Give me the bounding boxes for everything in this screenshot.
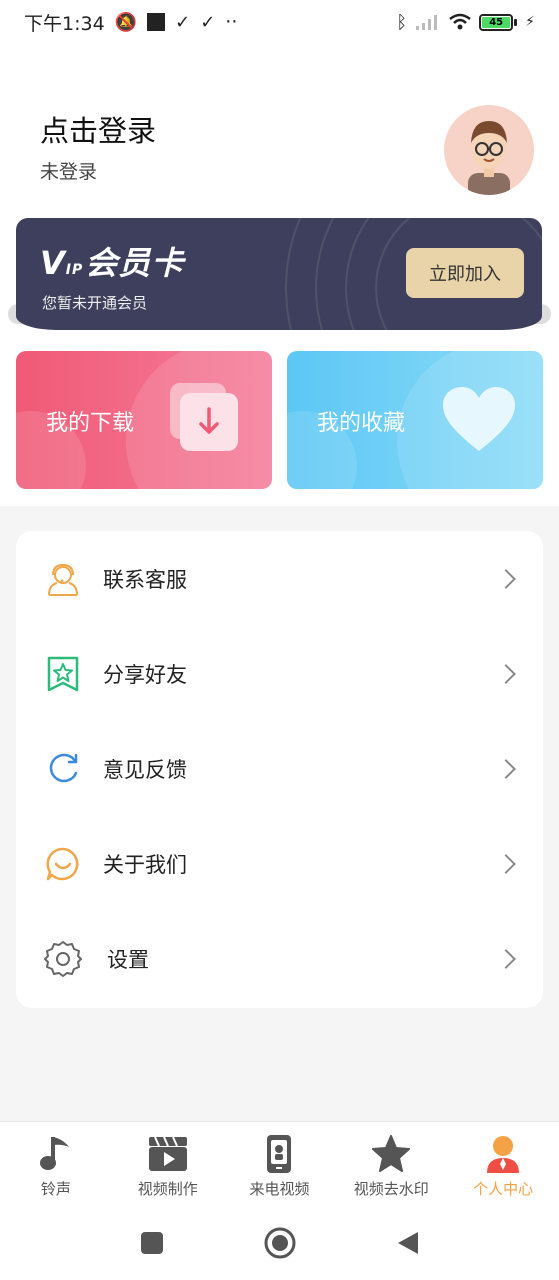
bottom-nav: 铃声 视频制作 来电视频 视频去水印 个人中心 [0, 1121, 559, 1205]
vip-logo: VIP会员卡 [40, 244, 185, 282]
mute-icon: 🔕 [114, 11, 138, 33]
refresh-icon [44, 750, 82, 788]
person-icon [483, 1134, 523, 1174]
join-vip-button[interactable]: 立即加入 [406, 248, 524, 298]
headset-icon [44, 560, 82, 598]
chevron-right-icon [496, 853, 516, 874]
my-downloads-label: 我的下载 [46, 411, 135, 436]
menu-label: 关于我们 [103, 852, 187, 877]
nav-label: 视频去水印 [353, 1180, 429, 1198]
menu-item-customer-service[interactable]: 联系客服 [16, 531, 543, 626]
nav-label: 来电视频 [249, 1180, 310, 1198]
system-nav-bar [0, 1205, 559, 1280]
menu-item-about-us[interactable]: 关于我们 [16, 816, 543, 911]
nav-item-personal-center[interactable]: 个人中心 [447, 1122, 559, 1205]
my-downloads-card[interactable]: 我的下载 [16, 351, 272, 489]
share-star-icon [44, 655, 82, 693]
menu-item-settings[interactable]: 设置 [16, 911, 543, 1006]
smile-bubble-icon [44, 845, 82, 883]
more-dots-icon: ·· [225, 11, 238, 33]
menu-label: 设置 [107, 947, 149, 972]
avatar-person-icon [468, 121, 510, 195]
nav-item-remove-watermark[interactable]: 视频去水印 [335, 1122, 447, 1205]
nav-label: 视频制作 [137, 1180, 198, 1198]
menu-panel: 联系客服 分享好友 意见反馈 关于我们 设置 [16, 531, 543, 1008]
chevron-right-icon [496, 948, 516, 969]
menu-label: 联系客服 [103, 567, 187, 592]
check-icon: ✓ [175, 11, 191, 33]
nav-item-call-video[interactable]: 来电视频 [224, 1122, 336, 1205]
music-note-icon [36, 1134, 76, 1174]
gear-icon [44, 940, 82, 978]
vip-card[interactable]: VIP会员卡 您暂未开通会员 立即加入 [16, 218, 542, 330]
menu-label: 分享好友 [103, 662, 187, 687]
status-bar: 下午1:34 🔕 ✓ ✓ ·· ᛒ 45 ⚡ [0, 0, 559, 44]
bluetooth-icon: ᛒ [396, 11, 408, 33]
phone-video-icon [259, 1134, 299, 1174]
download-icon [170, 383, 238, 451]
battery-icon: 45 [479, 13, 518, 31]
home-icon[interactable] [264, 1227, 296, 1259]
menu-label: 意见反馈 [103, 757, 187, 782]
heart-icon [443, 387, 515, 451]
nav-label: 铃声 [40, 1180, 71, 1198]
star-icon [371, 1134, 411, 1174]
notification-square-icon [147, 13, 166, 31]
chevron-right-icon [496, 663, 516, 684]
back-icon[interactable] [396, 1230, 420, 1256]
my-favorites-label: 我的收藏 [317, 411, 406, 436]
menu-item-feedback[interactable]: 意见反馈 [16, 721, 543, 816]
avatar[interactable] [444, 105, 534, 195]
recent-apps-icon[interactable] [140, 1231, 164, 1255]
nav-item-video-making[interactable]: 视频制作 [112, 1122, 224, 1205]
nav-item-ringtone[interactable]: 铃声 [0, 1122, 112, 1205]
vip-status-text: 您暂未开通会员 [42, 294, 148, 312]
status-time: 下午1:34 [24, 12, 105, 35]
check-icon: ✓ [200, 11, 216, 33]
my-favorites-card[interactable]: 我的收藏 [287, 351, 543, 489]
signal-icon [416, 15, 438, 30]
nav-label: 个人中心 [473, 1180, 534, 1198]
menu-item-share-friends[interactable]: 分享好友 [16, 626, 543, 721]
charging-icon: ⚡ [525, 14, 535, 30]
login-title[interactable]: 点击登录 [40, 108, 156, 150]
clapperboard-icon [148, 1134, 188, 1174]
wifi-icon [449, 13, 471, 30]
chevron-right-icon [496, 568, 516, 589]
chevron-right-icon [496, 758, 516, 779]
login-status: 未登录 [40, 161, 98, 183]
